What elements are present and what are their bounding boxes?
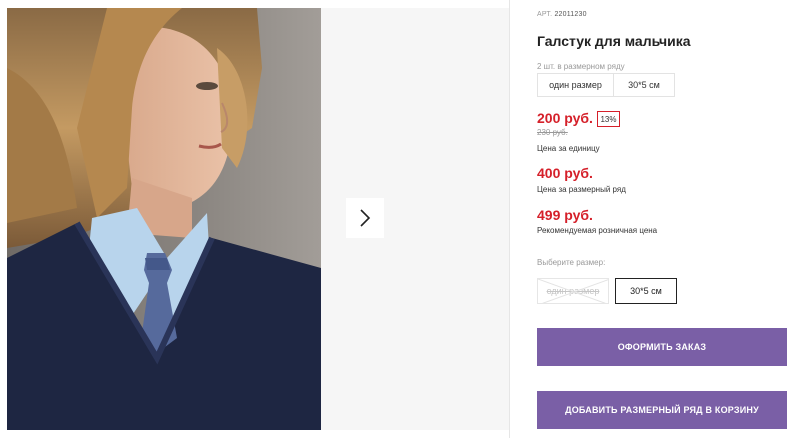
place-order-button[interactable]: Оформить заказ	[537, 328, 787, 366]
unit-price-caption: Цена за единицу	[537, 144, 600, 153]
row-sizes: один размер 30*5 см	[537, 73, 675, 97]
size-option-label: 30*5 см	[630, 286, 662, 296]
product-title: Галстук для мальчика	[537, 33, 691, 49]
size-picker: один размер 30*5 см	[537, 278, 677, 304]
retail-price: 499 руб.	[537, 207, 593, 223]
add-row-to-cart-button[interactable]: Добавить размерный ряд в корзину	[537, 391, 787, 429]
gallery-next-button[interactable]	[346, 198, 384, 238]
row-price-caption: Цена за размерный ряд	[537, 185, 626, 194]
size-picker-label: Выберите размер:	[537, 258, 606, 267]
size-option-unavailable: один размер	[537, 278, 609, 304]
sizes-in-row-text: 2 шт. в размерном ряду	[537, 62, 625, 71]
chevron-right-icon	[360, 209, 371, 227]
retail-price-caption: Рекомендуемая розничная цена	[537, 226, 658, 235]
divider	[509, 0, 510, 438]
row-size-chip: один размер	[537, 73, 614, 97]
unit-price: 200 руб.	[537, 110, 593, 126]
discount-badge: 13%	[597, 111, 620, 127]
article-number: 22011230	[554, 11, 587, 18]
article-line: АРТ. 22011230	[537, 11, 587, 18]
old-price: 230 руб.	[537, 128, 568, 137]
row-size-chip: 30*5 см	[613, 73, 675, 97]
cross-out-icon	[538, 279, 608, 303]
row-price: 400 руб.	[537, 165, 593, 181]
product-photo	[7, 8, 321, 430]
article-label: АРТ.	[537, 11, 553, 18]
product-gallery	[7, 8, 509, 430]
size-option-selected[interactable]: 30*5 см	[615, 278, 677, 304]
